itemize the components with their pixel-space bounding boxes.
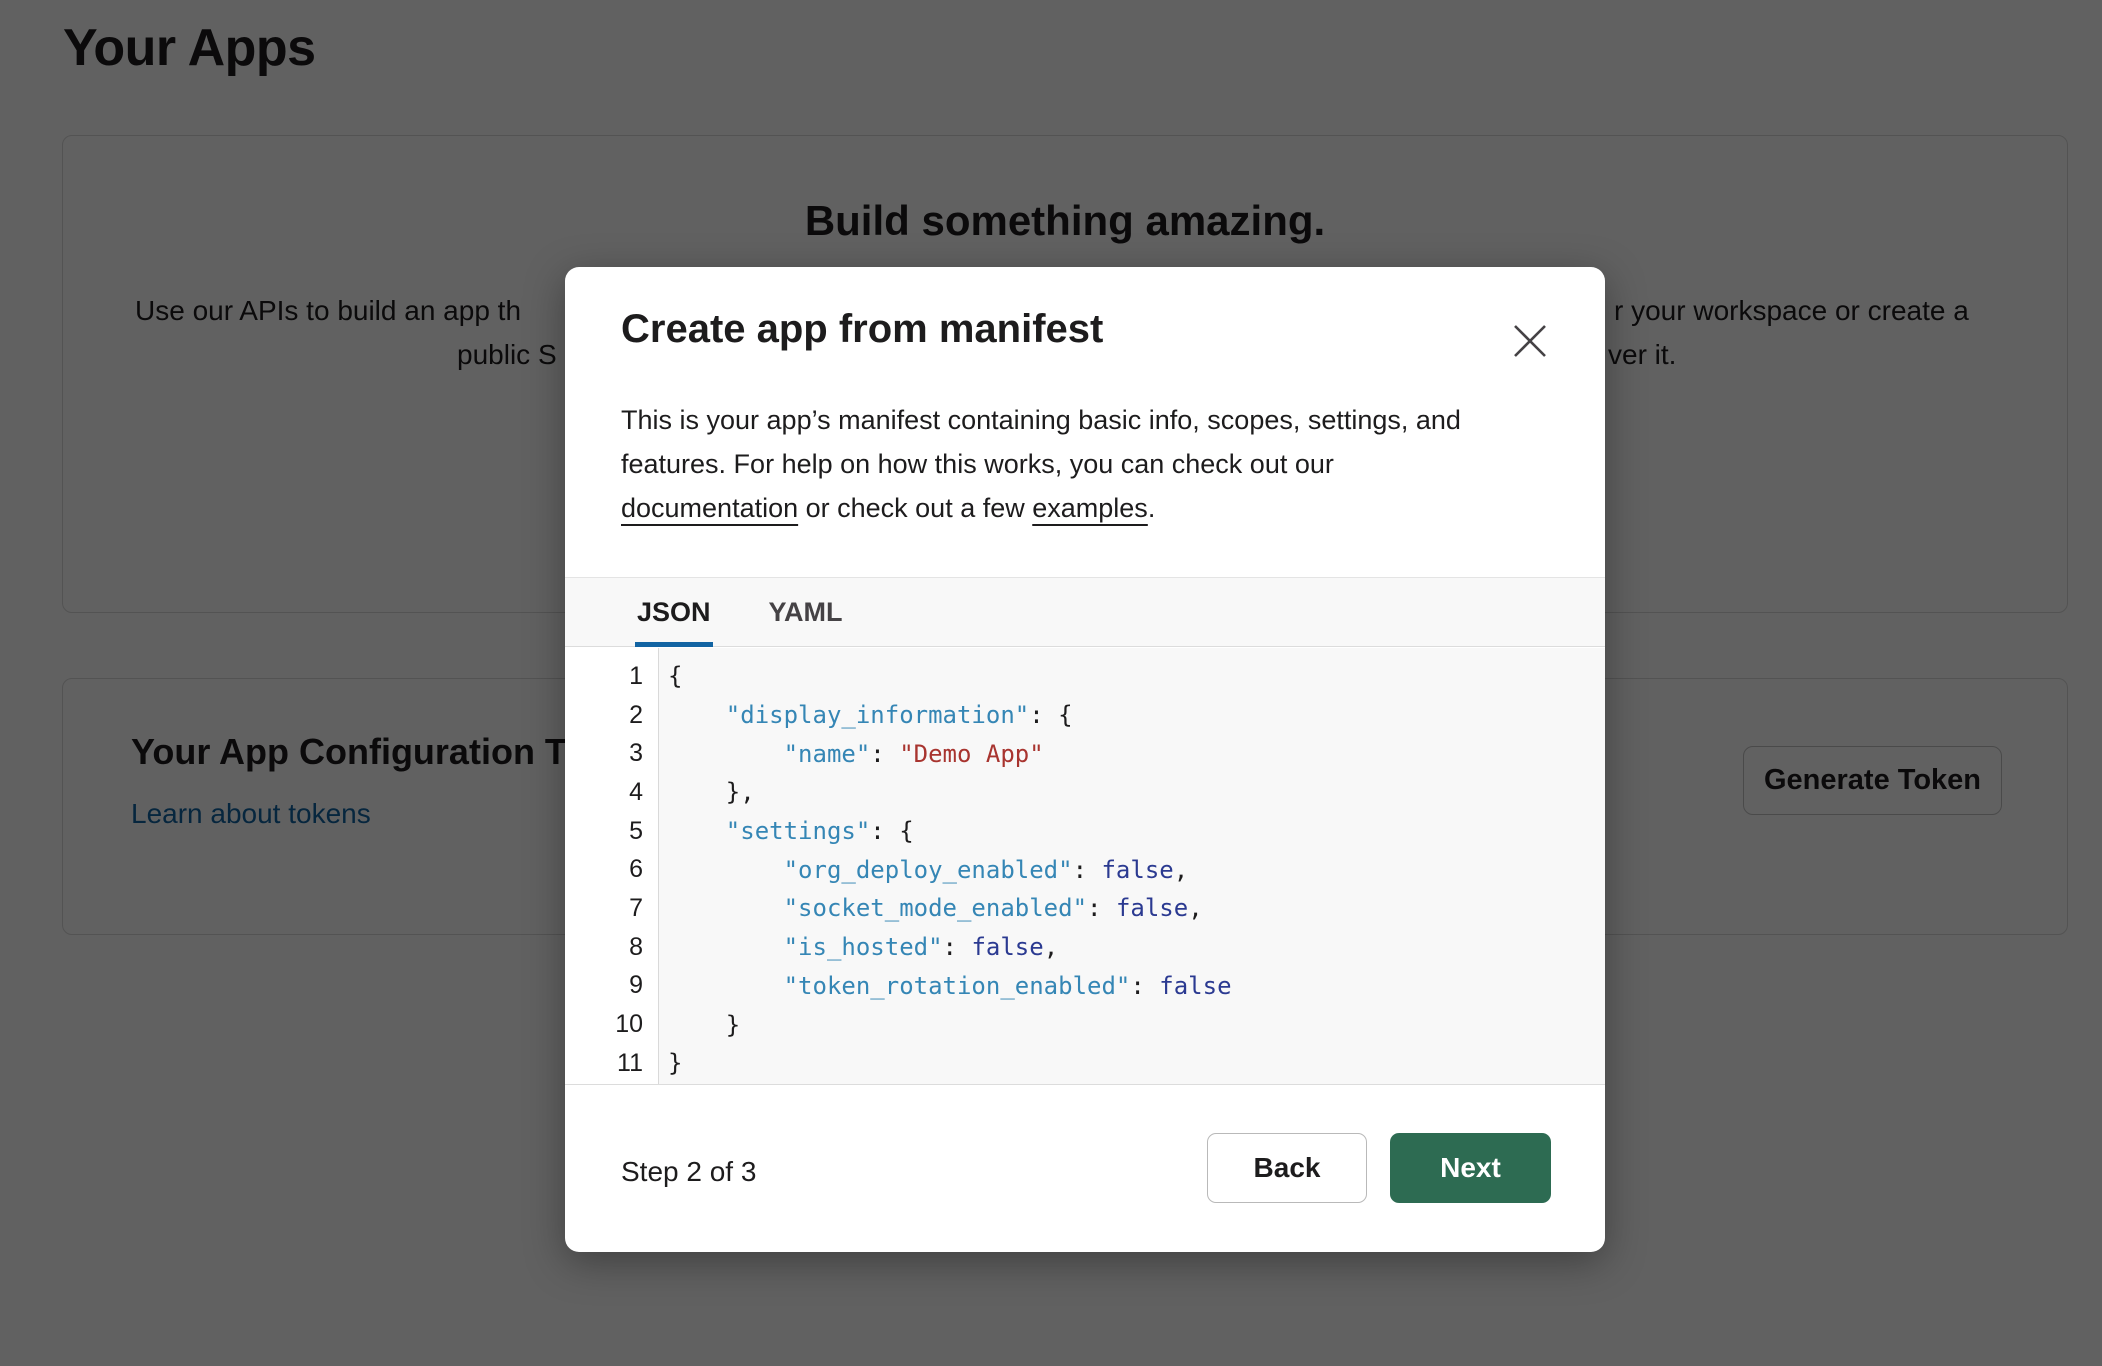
- line-number: 9: [565, 971, 658, 1000]
- line-number: 7: [565, 894, 658, 923]
- examples-link[interactable]: examples: [1032, 493, 1148, 523]
- close-button[interactable]: [1508, 320, 1552, 364]
- description-line: documentation or check out a few example…: [621, 486, 1571, 530]
- code-line: 11}: [565, 1044, 1605, 1083]
- manifest-code-editor[interactable]: 1{2 "display_information": {3 "name": "D…: [565, 648, 1605, 1085]
- x-icon: [1511, 322, 1549, 360]
- code-line-content: "org_deploy_enabled": false,: [658, 856, 1188, 884]
- code-line-content: },: [658, 778, 755, 806]
- code-line-content: "socket_mode_enabled": false,: [658, 894, 1203, 922]
- line-number: 11: [565, 1049, 658, 1078]
- code-line: 8 "is_hosted": false,: [565, 928, 1605, 967]
- code-line: 2 "display_information": {: [565, 696, 1605, 735]
- line-number: 8: [565, 933, 658, 962]
- line-number: 4: [565, 778, 658, 807]
- code-line: 4 },: [565, 773, 1605, 812]
- code-line: 9 "token_rotation_enabled": false: [565, 967, 1605, 1006]
- line-number: 5: [565, 817, 658, 846]
- line-number: 3: [565, 739, 658, 768]
- description-text: or check out a few: [798, 493, 1032, 523]
- code-line: 1{: [565, 657, 1605, 696]
- code-line-content: "name": "Demo App": [658, 740, 1044, 768]
- code-line: 7 "socket_mode_enabled": false,: [565, 889, 1605, 928]
- description-line: This is your app’s manifest containing b…: [621, 398, 1571, 442]
- create-app-from-manifest-modal: Create app from manifest This is your ap…: [565, 267, 1605, 1252]
- code-line-content: "is_hosted": false,: [658, 933, 1058, 961]
- line-number: 10: [565, 1010, 658, 1039]
- code-line-content: "token_rotation_enabled": false: [658, 972, 1232, 1000]
- step-indicator: Step 2 of 3: [621, 1156, 756, 1188]
- code-line: 3 "name": "Demo App": [565, 734, 1605, 773]
- tab-yaml[interactable]: YAML: [767, 578, 845, 646]
- next-button[interactable]: Next: [1390, 1133, 1551, 1203]
- tab-label: YAML: [769, 597, 843, 628]
- modal-title: Create app from manifest: [621, 305, 1103, 353]
- code-line: 6 "org_deploy_enabled": false,: [565, 850, 1605, 889]
- code-line-content: }: [658, 1011, 740, 1039]
- code-line-content: {: [658, 662, 682, 690]
- line-number: 6: [565, 855, 658, 884]
- code-line-content: "settings": {: [658, 817, 914, 845]
- tab-json[interactable]: JSON: [635, 578, 713, 646]
- code-line: 5 "settings": {: [565, 812, 1605, 851]
- modal-description: This is your app’s manifest containing b…: [621, 398, 1571, 530]
- description-line: features. For help on how this works, yo…: [621, 442, 1571, 486]
- manifest-format-tabbar: JSON YAML: [565, 577, 1605, 647]
- line-number: 1: [565, 662, 658, 691]
- back-button[interactable]: Back: [1207, 1133, 1367, 1203]
- code-line-content: }: [658, 1049, 682, 1077]
- code-line: 10 }: [565, 1005, 1605, 1044]
- documentation-link[interactable]: documentation: [621, 493, 798, 523]
- tab-label: JSON: [637, 597, 711, 628]
- description-text: .: [1148, 493, 1156, 523]
- line-number: 2: [565, 701, 658, 730]
- code-line-content: "display_information": {: [658, 701, 1073, 729]
